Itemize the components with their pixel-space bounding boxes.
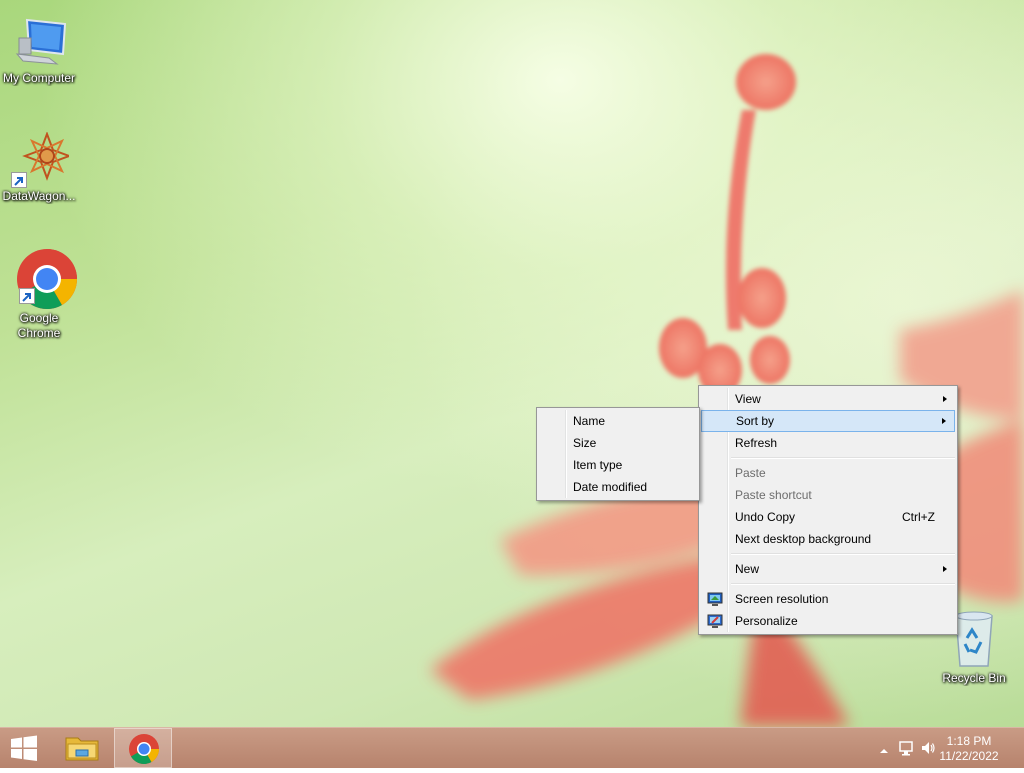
taskbar-clock[interactable]: 1:18 PM 11/22/2022: [934, 734, 1004, 764]
menu-item-paste-shortcut: Paste shortcut: [701, 484, 955, 506]
desktop-icon-google-chrome[interactable]: Google Chrome: [0, 248, 78, 341]
chrome-taskbar-button[interactable]: [114, 728, 172, 768]
network-icon[interactable]: [898, 740, 914, 760]
system-tray: 1:18 PM 11/22/2022: [864, 728, 1024, 768]
menu-item-label: Name: [573, 414, 606, 428]
menu-item-screen-resolution[interactable]: Screen resolution: [701, 588, 955, 610]
desktop-icon-label: My Computer: [2, 71, 76, 85]
clock-date: 11/22/2022: [939, 749, 999, 763]
menu-separator: [731, 583, 955, 585]
chrome-icon: [9, 248, 78, 310]
menu-item-label: Date modified: [573, 480, 648, 494]
desktop-icon-my-computer[interactable]: My Computer: [0, 14, 78, 86]
taskbar: 1:18 PM 11/22/2022: [0, 727, 1024, 768]
desktop-icon-label: DataWagon...: [2, 189, 76, 203]
chrome-icon: [115, 734, 173, 773]
menu-item-label: New: [735, 562, 760, 576]
menu-separator: [731, 457, 955, 459]
menu-item-undo-copy[interactable]: Undo Copy Ctrl+Z: [701, 506, 955, 528]
recycle-bin-icon: [952, 610, 996, 670]
menu-item-refresh[interactable]: Refresh: [701, 432, 955, 454]
menu-item-label: Refresh: [735, 436, 778, 450]
submenu-item-date-modified[interactable]: Date modified: [539, 476, 697, 498]
menu-item-shortcut: Ctrl+Z: [902, 510, 935, 524]
menu-item-label: Screen resolution: [735, 592, 829, 606]
submenu-arrow-icon: [943, 566, 947, 572]
submenu-item-name[interactable]: Name: [539, 410, 697, 432]
submenu-arrow-icon: [943, 396, 947, 402]
menu-item-label: Next desktop background: [735, 532, 872, 546]
desktop-context-menu: View Sort by Refresh Paste Paste shortcu…: [698, 385, 958, 635]
personalize-icon: [707, 613, 723, 629]
file-explorer-button[interactable]: [56, 728, 108, 768]
desktop-icon-label: Google Chrome: [17, 311, 61, 340]
menu-item-label: Paste shortcut: [735, 488, 812, 502]
menu-item-personalize[interactable]: Personalize: [701, 610, 955, 632]
submenu-item-size[interactable]: Size: [539, 432, 697, 454]
menu-item-label: Size: [573, 436, 597, 450]
submenu-item-item-type[interactable]: Item type: [539, 454, 697, 476]
sort-by-submenu: Name Size Item type Date modified: [536, 407, 700, 501]
menu-item-next-desktop-background[interactable]: Next desktop background: [701, 528, 955, 550]
screen-resolution-icon: [707, 591, 723, 607]
shortcut-arrow-icon: [19, 288, 35, 304]
menu-item-label: Sort by: [736, 414, 775, 428]
file-explorer-icon: [56, 737, 108, 772]
clock-time: 1:18 PM: [946, 734, 992, 748]
desktop-icon-label: Recycle Bin: [942, 671, 1006, 685]
desktop[interactable]: My Computer DataWagon... Google Chrome R…: [0, 0, 1024, 727]
start-button[interactable]: [0, 728, 48, 768]
desktop-icon-datawagon[interactable]: DataWagon...: [0, 131, 78, 204]
show-hidden-icons-chevron-icon[interactable]: [878, 742, 890, 761]
computer-icon: [9, 14, 69, 70]
menu-item-label: Undo Copy: [735, 510, 796, 524]
menu-item-paste: Paste: [701, 462, 955, 484]
menu-item-label: Paste: [735, 466, 766, 480]
menu-item-label: View: [735, 392, 761, 406]
menu-item-new[interactable]: New: [701, 558, 955, 580]
menu-item-label: Personalize: [735, 614, 798, 628]
submenu-arrow-icon: [942, 418, 946, 424]
datawagon-icon: [9, 131, 72, 188]
menu-item-label: Item type: [573, 458, 623, 472]
menu-item-view[interactable]: View: [701, 388, 955, 410]
shortcut-arrow-icon: [11, 172, 27, 188]
windows-logo-icon: [0, 735, 48, 772]
menu-item-sort-by[interactable]: Sort by: [701, 410, 955, 432]
menu-separator: [731, 553, 955, 555]
